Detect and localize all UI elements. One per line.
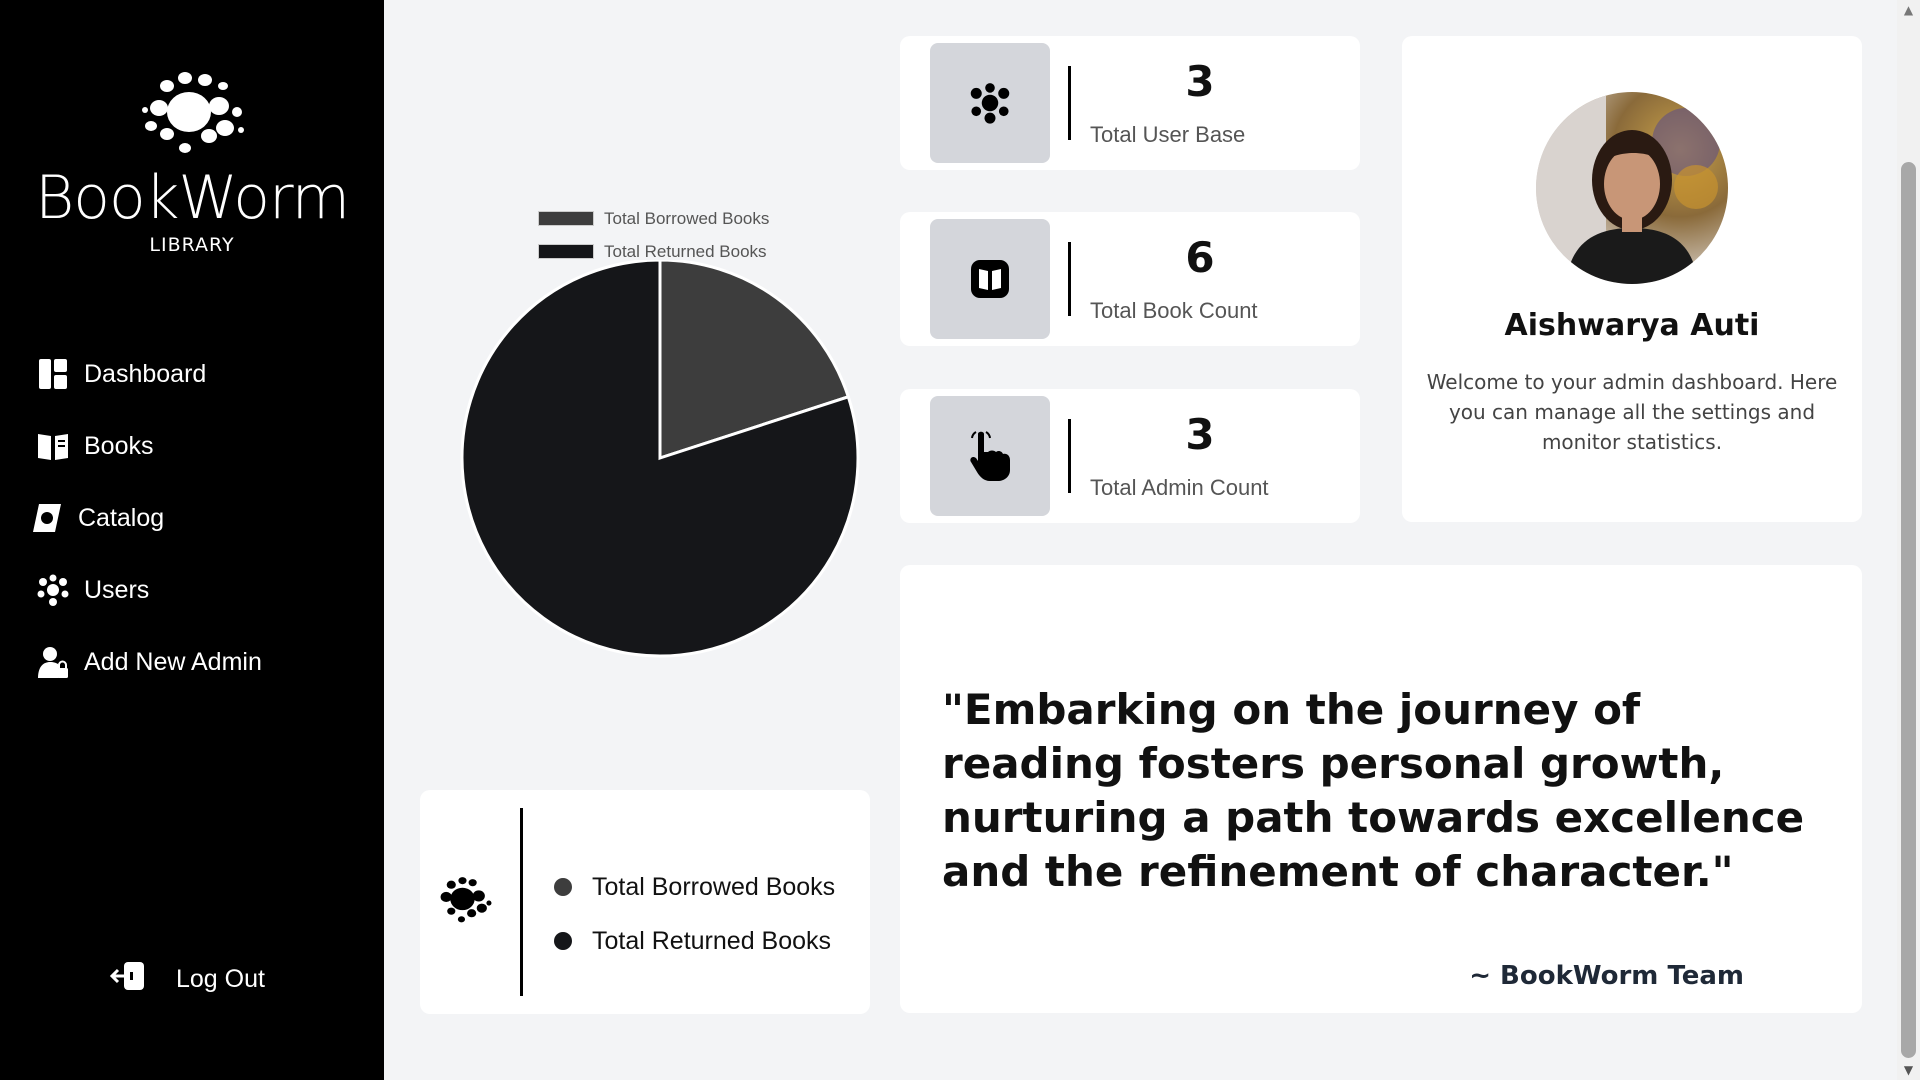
sidebar-item-label: Catalog — [78, 503, 165, 532]
legend-swatch-borrowed — [538, 211, 594, 226]
sidebar-item-add-new-admin[interactable]: Add New Admin — [36, 626, 356, 698]
chart-legend: Total Borrowed Books Total Returned Book… — [538, 202, 769, 268]
divider — [1068, 242, 1071, 316]
sidebar-item-books[interactable]: Books — [36, 410, 356, 482]
brand-subtitle: LIBRARY — [149, 234, 235, 256]
avatar — [1536, 92, 1728, 284]
users-icon — [970, 83, 1010, 124]
profile-description: Welcome to your admin dashboard. Here yo… — [1426, 370, 1838, 454]
divider — [1068, 66, 1071, 140]
legend-swatch-returned — [538, 244, 594, 259]
scroll-down-arrow-icon[interactable]: ▼ — [1897, 1060, 1920, 1080]
legend-item-label: Total Borrowed Books — [592, 872, 836, 901]
divider — [520, 808, 523, 996]
legend-item-borrowed: Total Borrowed Books — [554, 860, 835, 914]
sidebar-item-label: Books — [84, 431, 154, 460]
stat-label: Total User Base — [1090, 122, 1246, 147]
scroll-up-arrow-icon[interactable]: ▲ — [1897, 0, 1920, 20]
quote-card: "Embarking on the journey of reading fos… — [900, 565, 1862, 1013]
book-icon — [971, 260, 1009, 298]
dot-icon — [554, 932, 572, 950]
dot-icon — [554, 878, 572, 896]
scrollbar[interactable]: ▲ ▼ — [1897, 0, 1920, 1080]
legend-label: Total Returned Books — [604, 241, 767, 261]
profile-card: Aishwarya Auti Welcome to your admin das… — [1402, 36, 1862, 522]
logout-button[interactable]: Log Out — [109, 960, 265, 998]
logout-icon — [109, 960, 148, 998]
bookworm-logo-icon — [142, 72, 244, 153]
catalog-icon — [30, 501, 64, 535]
chart-legend-item[interactable]: Total Borrowed Books — [538, 202, 769, 235]
stat-value: 3 — [1185, 57, 1215, 106]
stat-card-books: 6 Total Book Count — [900, 212, 1360, 346]
dashboard-icon — [36, 357, 70, 391]
pie-chart: Total Borrowed Books Total Returned Book… — [420, 190, 870, 680]
logo: BookWorm LIBRARY — [0, 68, 384, 256]
stat-label: Total Book Count — [1090, 298, 1258, 323]
divider — [1068, 419, 1071, 493]
sidebar-item-label: Dashboard — [84, 359, 207, 388]
sidebar-item-users[interactable]: Users — [36, 554, 356, 626]
add-admin-icon — [36, 645, 70, 679]
bookworm-logo-icon — [440, 877, 492, 923]
pointer-hand-icon — [970, 431, 1010, 481]
pie-svg — [460, 260, 860, 658]
users-icon — [36, 573, 70, 607]
logout-label: Log Out — [176, 964, 265, 993]
sidebar-item-catalog[interactable]: Catalog — [33, 482, 356, 554]
sidebar-item-dashboard[interactable]: Dashboard — [36, 338, 356, 410]
legend-label: Total Borrowed Books — [604, 208, 770, 228]
profile-name: Aishwarya Auti — [1504, 308, 1760, 343]
quote-author: ~ BookWorm Team — [1469, 961, 1744, 991]
sidebar: BookWorm LIBRARY Dashboard Books Catalog — [0, 0, 384, 1080]
stat-value: 6 — [1185, 233, 1215, 282]
stat-value: 3 — [1185, 410, 1215, 459]
quote-text: "Embarking on the journey of reading fos… — [942, 685, 1805, 896]
stat-icon-box — [930, 396, 1050, 516]
sidebar-item-label: Add New Admin — [84, 647, 262, 676]
stat-card-users: 3 Total User Base — [900, 36, 1360, 170]
stat-icon-box — [930, 219, 1050, 339]
legend-list: Total Borrowed Books Total Returned Book… — [554, 860, 835, 968]
stat-icon-box — [930, 43, 1050, 163]
sidebar-nav: Dashboard Books Catalog Users Add New Ad… — [33, 338, 356, 698]
brand-name: BookWorm — [34, 163, 350, 233]
legend-item-returned: Total Returned Books — [554, 914, 835, 968]
legend-item-label: Total Returned Books — [592, 926, 832, 955]
sidebar-item-label: Users — [84, 575, 150, 604]
stat-card-admins: 3 Total Admin Count — [900, 389, 1360, 523]
book-open-icon — [36, 429, 70, 463]
chart-legend-card: Total Borrowed Books Total Returned Book… — [420, 790, 870, 1014]
scrollbar-thumb[interactable] — [1901, 162, 1916, 1058]
stat-label: Total Admin Count — [1090, 475, 1269, 500]
